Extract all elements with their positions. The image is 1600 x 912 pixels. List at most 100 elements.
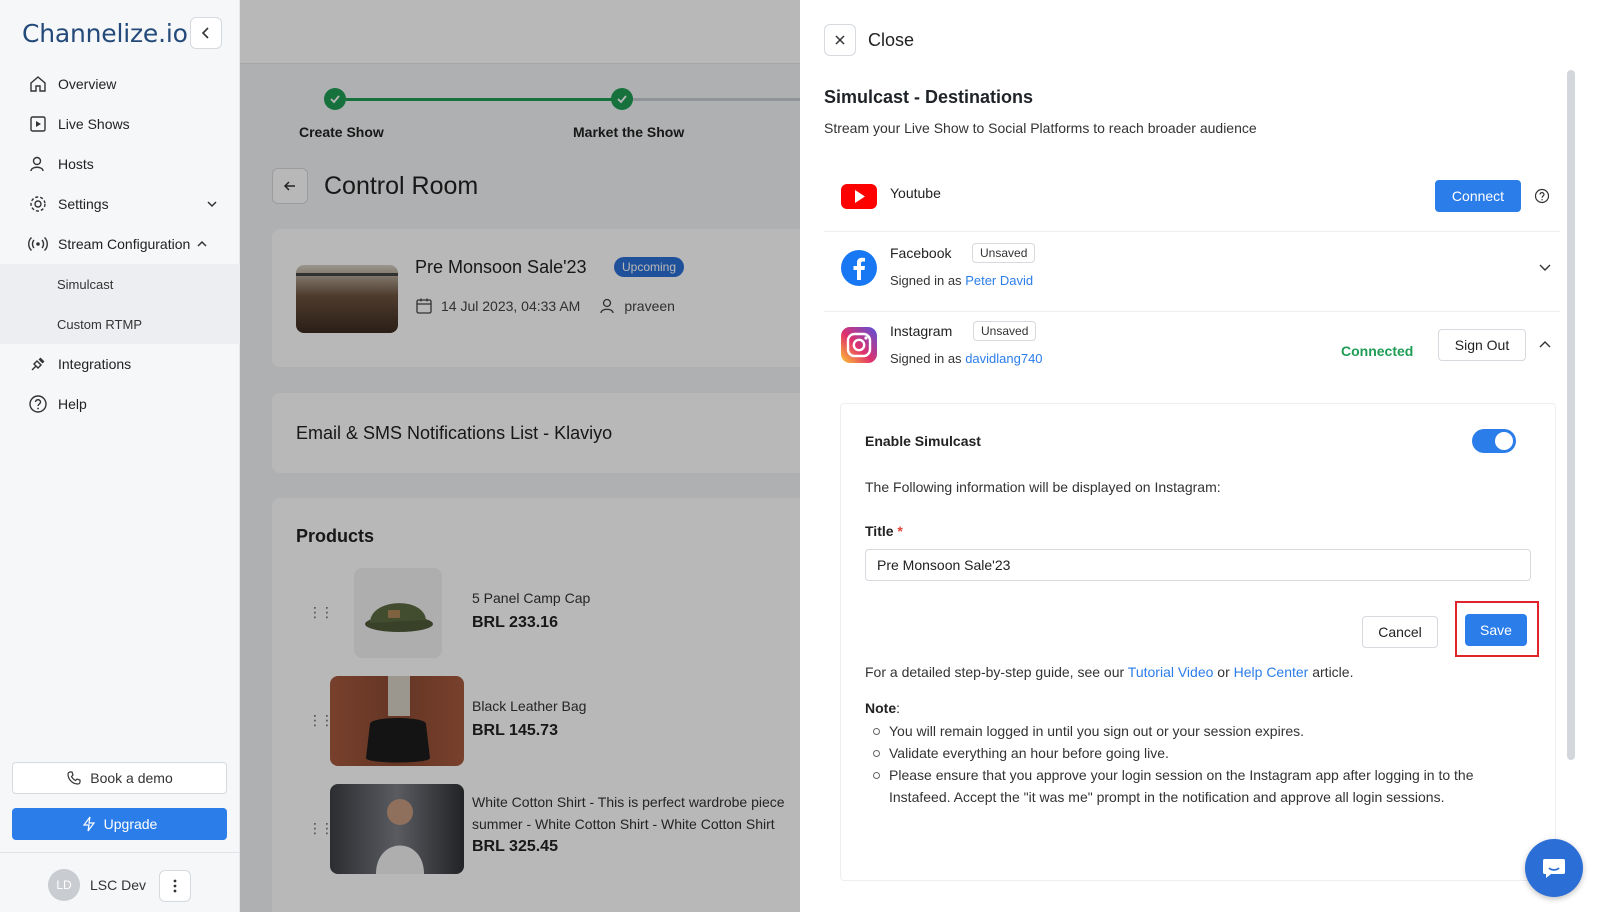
drawer-scrollbar[interactable] xyxy=(1567,70,1575,760)
sidebar-item-overview[interactable]: Overview xyxy=(0,64,240,104)
user-name: LSC Dev xyxy=(90,877,147,893)
drawer-subtitle: Stream your Live Show to Social Platform… xyxy=(824,120,1257,136)
instagram-settings-panel: Enable Simulcast The Following informati… xyxy=(840,403,1556,881)
chevron-down-icon[interactable] xyxy=(1538,260,1552,274)
book-demo-label: Book a demo xyxy=(90,770,173,786)
chevron-left-icon xyxy=(201,27,209,39)
simulcast-drawer: Close Simulcast - Destinations Stream yo… xyxy=(800,0,1600,912)
youtube-connect-button[interactable]: Connect xyxy=(1435,180,1521,212)
upgrade-label: Upgrade xyxy=(103,816,158,832)
title-label-text: Title xyxy=(865,523,894,539)
close-label[interactable]: Close xyxy=(868,30,914,51)
unsaved-badge: Unsaved xyxy=(973,321,1037,341)
sidebar-divider xyxy=(0,852,240,853)
sidebar-subitem-label: Simulcast xyxy=(57,276,114,292)
signed-in-prefix: Signed in as xyxy=(890,273,962,288)
destination-facebook[interactable]: Facebook Unsaved Signed in as Peter Davi… xyxy=(824,232,1560,312)
instagram-user-link[interactable]: davidlang740 xyxy=(965,351,1042,366)
user-profile[interactable]: LD LSC Dev xyxy=(48,869,146,901)
chevron-up-icon xyxy=(196,238,208,250)
sidebar-item-settings[interactable]: Settings xyxy=(0,184,240,224)
help-center-link[interactable]: Help Center xyxy=(1234,664,1309,680)
help-circle-icon[interactable] xyxy=(1534,188,1550,204)
chat-widget-button[interactable] xyxy=(1525,839,1583,897)
sign-out-button[interactable]: Sign Out xyxy=(1438,329,1526,361)
logo: Channelize.io xyxy=(22,18,188,48)
gear-icon xyxy=(28,194,48,214)
sidebar-nav: Overview Live Shows Hosts Settings Strea… xyxy=(0,64,240,424)
guide-text: For a detailed step-by-step guide, see o… xyxy=(865,664,1353,680)
info-text: The Following information will be displa… xyxy=(865,479,1221,495)
sidebar-item-hosts[interactable]: Hosts xyxy=(0,144,240,184)
notes-list: You will remain logged in until you sign… xyxy=(865,720,1525,808)
phone-icon xyxy=(67,771,81,785)
play-icon xyxy=(28,114,48,134)
facebook-user-link[interactable]: Peter David xyxy=(965,273,1033,288)
sidebar-item-label: Live Shows xyxy=(58,116,130,132)
instagram-icon xyxy=(841,327,877,363)
title-label: Title * xyxy=(865,523,903,539)
chevron-up-icon[interactable] xyxy=(1538,338,1552,352)
guide-suffix: article. xyxy=(1312,664,1354,680)
sidebar-item-integrations[interactable]: Integrations xyxy=(0,344,240,384)
hosts-icon xyxy=(28,154,48,174)
close-button[interactable] xyxy=(824,24,856,56)
sidebar-item-label: Settings xyxy=(58,196,109,212)
sidebar-item-live-shows[interactable]: Live Shows xyxy=(0,104,240,144)
user-menu-button[interactable] xyxy=(159,870,191,902)
sidebar-bottom: Book a demo Upgrade xyxy=(12,762,227,840)
youtube-icon xyxy=(841,184,877,209)
note-label-text: Note xyxy=(865,700,897,716)
collapse-sidebar-button[interactable] xyxy=(190,17,222,49)
list-item: You will remain logged in until you sign… xyxy=(865,720,1525,742)
close-icon xyxy=(835,35,845,45)
enable-simulcast-toggle[interactable] xyxy=(1472,429,1516,453)
enable-simulcast-label: Enable Simulcast xyxy=(865,433,981,449)
sidebar: Channelize.io Overview Live Shows Hosts … xyxy=(0,0,240,912)
toggle-knob xyxy=(1495,432,1513,450)
help-circle-icon xyxy=(28,394,48,414)
guide-prefix: For a detailed step-by-step guide, see o… xyxy=(865,664,1125,680)
destination-instagram: Instagram Unsaved Signed in as davidlang… xyxy=(824,312,1560,392)
destination-name: Youtube xyxy=(890,185,941,201)
tutorial-video-link[interactable]: Tutorial Video xyxy=(1128,664,1214,680)
sidebar-item-label: Hosts xyxy=(58,156,94,172)
sidebar-item-label: Stream Configuration xyxy=(58,236,191,252)
broadcast-icon xyxy=(28,234,48,254)
destination-name: Instagram xyxy=(890,323,953,339)
required-marker: * xyxy=(897,523,903,539)
close-row: Close xyxy=(824,24,914,56)
sidebar-item-label: Integrations xyxy=(58,356,132,372)
sidebar-item-stream-configuration[interactable]: Stream Configuration xyxy=(0,224,240,264)
plug-icon xyxy=(28,354,48,374)
sidebar-item-label: Overview xyxy=(58,76,117,92)
unsaved-badge: Unsaved xyxy=(972,243,1036,263)
list-item: Please ensure that you approve your logi… xyxy=(865,764,1525,808)
signed-in-text: Signed in as davidlang740 xyxy=(890,351,1043,366)
avatar: LD xyxy=(48,869,80,901)
logo-row: Channelize.io xyxy=(22,16,222,50)
drawer-title: Simulcast - Destinations xyxy=(824,87,1034,107)
cancel-button[interactable]: Cancel xyxy=(1362,616,1438,648)
facebook-icon xyxy=(841,250,877,286)
list-item: Validate everything an hour before going… xyxy=(865,742,1525,764)
save-button[interactable]: Save xyxy=(1465,614,1527,646)
more-vertical-icon xyxy=(173,879,177,893)
upgrade-button[interactable]: Upgrade xyxy=(12,808,227,840)
sidebar-subitem-label: Custom RTMP xyxy=(57,316,142,332)
sidebar-item-help[interactable]: Help xyxy=(0,384,240,424)
book-demo-button[interactable]: Book a demo xyxy=(12,762,227,794)
signed-in-prefix: Signed in as xyxy=(890,351,962,366)
chat-icon xyxy=(1543,859,1565,878)
destination-name: Facebook xyxy=(890,245,952,261)
sidebar-subitem-custom-rtmp[interactable]: Custom RTMP xyxy=(0,304,240,344)
title-input[interactable] xyxy=(865,549,1531,581)
sidebar-item-label: Help xyxy=(58,396,87,412)
guide-or: or xyxy=(1217,664,1230,680)
connected-status: Connected xyxy=(1341,343,1414,359)
lightning-icon xyxy=(82,816,95,832)
signed-in-text: Signed in as Peter David xyxy=(890,273,1033,288)
chevron-down-icon xyxy=(206,198,218,210)
sidebar-subitem-simulcast[interactable]: Simulcast xyxy=(0,264,240,304)
note-label: Note: xyxy=(865,700,900,716)
